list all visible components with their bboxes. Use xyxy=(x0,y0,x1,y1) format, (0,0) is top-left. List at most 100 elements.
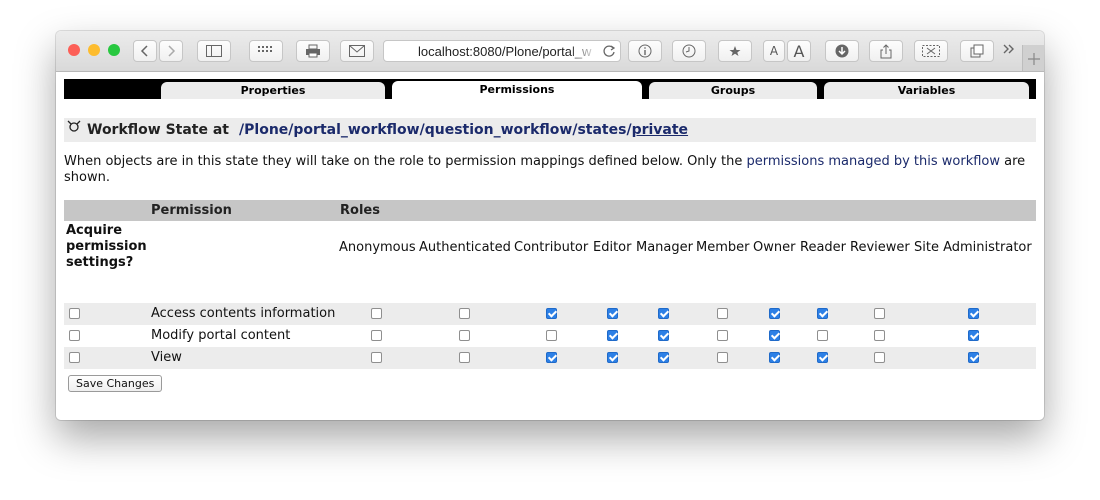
role-header: Member xyxy=(696,240,750,255)
breadcrumb-portal-workflow[interactable]: portal_workflow xyxy=(293,122,419,138)
role-permission-checkbox[interactable] xyxy=(874,308,885,319)
role-permission-checkbox[interactable] xyxy=(459,330,470,341)
breadcrumb-private[interactable]: private xyxy=(632,122,689,138)
printer-icon xyxy=(306,44,320,58)
font-large-label: A xyxy=(793,41,805,61)
clip-button[interactable] xyxy=(914,40,948,62)
breadcrumb-question-workflow[interactable]: question_workflow xyxy=(425,122,573,138)
role-permission-checkbox[interactable] xyxy=(769,352,780,363)
download-icon xyxy=(835,44,849,58)
role-permission-checkbox[interactable] xyxy=(968,330,979,341)
zoom-window-button[interactable] xyxy=(108,44,120,56)
share-icon xyxy=(880,43,892,58)
role-permission-checkbox[interactable] xyxy=(769,308,780,319)
tab-permissions[interactable]: Permissions xyxy=(392,81,642,99)
tab-variables-label: Variables xyxy=(897,84,956,97)
share-email-button[interactable] xyxy=(340,40,374,62)
role-permission-checkbox[interactable] xyxy=(717,352,728,363)
chevron-left-icon xyxy=(140,45,148,57)
forward-button[interactable] xyxy=(159,40,183,62)
role-permission-checkbox[interactable] xyxy=(607,330,618,341)
role-permission-checkbox[interactable] xyxy=(874,330,885,341)
breadcrumb-plone[interactable]: Plone xyxy=(244,122,288,138)
print-button[interactable] xyxy=(296,40,330,62)
chevron-right-icon xyxy=(168,45,176,57)
role-permission-checkbox[interactable] xyxy=(371,330,382,341)
role-header: Site Administrator xyxy=(914,240,1032,255)
role-header: Owner xyxy=(753,240,796,255)
intro-before: When objects are in this state they will… xyxy=(64,154,747,169)
clock-icon xyxy=(682,44,696,58)
role-permission-checkbox[interactable] xyxy=(658,352,669,363)
role-permission-checkbox[interactable] xyxy=(817,330,828,341)
role-header: Reviewer xyxy=(850,240,910,255)
role-header: Anonymous xyxy=(339,240,416,255)
managed-permissions-link[interactable]: permissions managed by this workflow xyxy=(746,154,1000,169)
table-row: View xyxy=(64,347,1036,369)
info-button[interactable] xyxy=(628,40,662,62)
tab-groups-label: Groups xyxy=(710,84,756,97)
font-larger-button[interactable]: A xyxy=(787,40,811,62)
tab-properties[interactable]: Properties xyxy=(161,82,385,99)
role-permission-checkbox[interactable] xyxy=(607,352,618,363)
role-header: Editor xyxy=(593,240,632,255)
share-button[interactable] xyxy=(869,40,903,62)
double-chevron-right-icon xyxy=(1003,44,1014,54)
windows-icon xyxy=(970,44,984,58)
envelope-icon xyxy=(349,45,365,57)
role-permission-checkbox[interactable] xyxy=(658,330,669,341)
acquire-checkbox[interactable] xyxy=(69,352,80,363)
acquire-header: Acquire permission settings? xyxy=(66,223,147,270)
header-permission: Permission xyxy=(151,203,232,218)
role-permission-checkbox[interactable] xyxy=(371,308,382,319)
role-header: Authenticated xyxy=(419,240,511,255)
back-button[interactable] xyxy=(133,40,157,62)
browser-toolbar: localhost:8080/Plone/portal_w A A xyxy=(56,31,1044,72)
history-button[interactable] xyxy=(672,40,706,62)
acquire-checkbox[interactable] xyxy=(69,330,80,341)
downloads-button[interactable] xyxy=(825,40,859,62)
role-header: Manager xyxy=(636,240,693,255)
intro-text: When objects are in this state they will… xyxy=(64,154,1036,186)
tab-permissions-label: Permissions xyxy=(479,83,555,96)
address-bar[interactable]: localhost:8080/Plone/portal_w xyxy=(383,40,621,62)
table-row: Modify portal content xyxy=(64,325,1036,347)
font-small-label: A xyxy=(769,44,779,58)
role-permission-checkbox[interactable] xyxy=(607,308,618,319)
role-permission-checkbox[interactable] xyxy=(968,352,979,363)
tabs-button[interactable] xyxy=(960,40,994,62)
bookmark-button[interactable] xyxy=(718,40,752,62)
minimize-window-button[interactable] xyxy=(88,44,100,56)
close-window-button[interactable] xyxy=(68,44,80,56)
info-icon xyxy=(638,44,652,58)
role-permission-checkbox[interactable] xyxy=(717,308,728,319)
role-permission-checkbox[interactable] xyxy=(546,352,557,363)
role-permission-checkbox[interactable] xyxy=(717,330,728,341)
tab-groups[interactable]: Groups xyxy=(649,82,817,99)
reload-icon[interactable] xyxy=(602,44,616,58)
role-permission-checkbox[interactable] xyxy=(459,352,470,363)
role-permission-checkbox[interactable] xyxy=(968,308,979,319)
role-permission-checkbox[interactable] xyxy=(817,352,828,363)
role-header: Contributor xyxy=(514,240,589,255)
new-tab-button[interactable] xyxy=(1022,45,1044,71)
header-roles: Roles xyxy=(340,203,380,218)
role-permission-checkbox[interactable] xyxy=(459,308,470,319)
more-toolbar-button[interactable] xyxy=(1002,41,1016,61)
role-permission-checkbox[interactable] xyxy=(769,330,780,341)
save-changes-button[interactable]: Save Changes xyxy=(68,375,163,392)
role-permission-checkbox[interactable] xyxy=(658,308,669,319)
sidebar-icon xyxy=(206,45,222,57)
role-permission-checkbox[interactable] xyxy=(546,308,557,319)
tab-variables[interactable]: Variables xyxy=(824,82,1029,99)
role-permission-checkbox[interactable] xyxy=(817,308,828,319)
url-text: localhost:8080/Plone/portal_w xyxy=(418,43,592,59)
breadcrumb-states[interactable]: states xyxy=(577,122,626,138)
role-permission-checkbox[interactable] xyxy=(546,330,557,341)
font-smaller-button[interactable]: A xyxy=(763,40,785,62)
role-permission-checkbox[interactable] xyxy=(371,352,382,363)
sidebar-button[interactable] xyxy=(197,40,231,62)
acquire-checkbox[interactable] xyxy=(69,308,80,319)
role-permission-checkbox[interactable] xyxy=(874,352,885,363)
tab-overview-button[interactable] xyxy=(249,40,283,62)
